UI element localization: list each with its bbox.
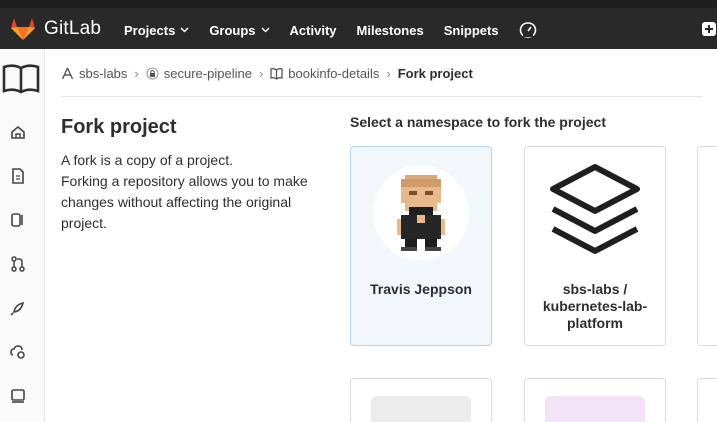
document-icon[interactable] bbox=[9, 167, 27, 185]
project-sidebar bbox=[0, 49, 45, 422]
breadcrumb-subgroup-label: secure-pipeline bbox=[163, 65, 252, 81]
nav-snippets-label: Snippets bbox=[443, 22, 499, 38]
browser-chrome-edge bbox=[0, 0, 717, 8]
nav-snippets[interactable]: Snippets bbox=[434, 23, 509, 38]
description-line: Forking a repository allows you to make … bbox=[61, 173, 308, 231]
nav-milestones-label: Milestones bbox=[356, 22, 424, 38]
breadcrumb-separator: › bbox=[258, 65, 264, 81]
nav-activity-label: Activity bbox=[289, 22, 337, 38]
home-icon[interactable] bbox=[9, 123, 27, 141]
nav-milestones[interactable]: Milestones bbox=[347, 23, 434, 38]
namespace-heading: Select a namespace to fork the project bbox=[350, 114, 606, 130]
breadcrumb: sbs-labs › secure-pipeline › bookinfo-de… bbox=[61, 62, 703, 84]
chevron-down-icon bbox=[180, 27, 189, 33]
group-icon bbox=[61, 67, 74, 79]
main-nav: Projects Groups Activity Milestones Snip… bbox=[114, 16, 537, 44]
namespace-card-title: sbs-labs / kubernetes-lab-platform bbox=[542, 281, 648, 331]
gitlab-home-link[interactable]: GitLab bbox=[10, 15, 101, 43]
breadcrumb-project-label: bookinfo-details bbox=[288, 65, 380, 81]
breadcrumb-project[interactable]: bookinfo-details bbox=[270, 66, 379, 81]
brand-name: GitLab bbox=[44, 18, 102, 39]
nav-projects-label: Projects bbox=[124, 22, 176, 38]
book-icon bbox=[270, 67, 283, 80]
namespace-card-partial[interactable] bbox=[697, 146, 717, 346]
layers-icon bbox=[550, 164, 640, 254]
top-navbar: GitLab Projects Groups Activity Mileston… bbox=[0, 0, 717, 49]
plus-icon[interactable] bbox=[701, 21, 717, 37]
namespace-card-group[interactable]: sbs-labs / kubernetes-lab-platform bbox=[524, 146, 666, 346]
breadcrumb-group-label: sbs-labs bbox=[79, 65, 128, 81]
lock-icon bbox=[146, 67, 159, 79]
rocket-icon[interactable] bbox=[9, 299, 27, 317]
avatar-placeholder bbox=[371, 396, 471, 422]
monitor-icon[interactable] bbox=[9, 387, 27, 405]
avatar-placeholder bbox=[545, 396, 645, 422]
nav-groups-label: Groups bbox=[209, 22, 256, 38]
nav-groups[interactable]: Groups bbox=[199, 23, 279, 38]
breadcrumb-subgroup[interactable]: secure-pipeline bbox=[146, 66, 252, 81]
merge-request-icon[interactable] bbox=[9, 255, 27, 273]
breadcrumb-divider bbox=[61, 96, 703, 97]
page-title: Fork project bbox=[61, 116, 177, 138]
namespace-card-partial[interactable] bbox=[524, 378, 666, 422]
gitlab-logo-icon bbox=[11, 18, 35, 40]
breadcrumb-group[interactable]: sbs-labs bbox=[61, 66, 127, 81]
project-book-icon[interactable] bbox=[1, 63, 41, 95]
pixel-avatar-icon bbox=[397, 175, 445, 251]
breadcrumb-separator: › bbox=[134, 65, 139, 81]
operations-icon[interactable] bbox=[9, 343, 27, 361]
chevron-down-icon bbox=[261, 27, 270, 33]
description-line: A fork is a copy of a project. bbox=[61, 152, 233, 168]
nav-activity[interactable]: Activity bbox=[280, 23, 347, 38]
page-description: A fork is a copy of a project. Forking a … bbox=[61, 150, 331, 234]
avatar bbox=[373, 165, 469, 261]
namespace-card-partial[interactable] bbox=[350, 378, 492, 422]
namespace-card-title: Travis Jeppson bbox=[370, 281, 472, 297]
issues-icon[interactable] bbox=[9, 211, 27, 229]
gauge-icon[interactable] bbox=[519, 21, 537, 39]
nav-projects[interactable]: Projects bbox=[114, 23, 199, 38]
namespace-card-user[interactable]: Travis Jeppson bbox=[350, 146, 492, 346]
namespace-card-partial[interactable] bbox=[697, 378, 717, 422]
breadcrumb-separator: › bbox=[386, 65, 391, 81]
breadcrumb-current[interactable]: Fork project bbox=[398, 66, 473, 81]
